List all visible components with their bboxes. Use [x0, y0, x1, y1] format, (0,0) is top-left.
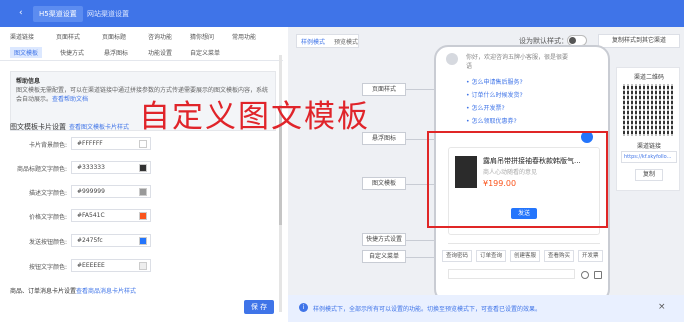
nav-shortcut[interactable]: 快捷方式	[60, 48, 84, 57]
tag-custom-menu[interactable]: 自定义菜单	[362, 250, 406, 263]
qr-code-overlay	[623, 84, 675, 136]
divider	[448, 243, 600, 244]
color-swatch[interactable]	[139, 140, 147, 148]
help-doc-link[interactable]: 查看帮助文档	[52, 96, 88, 103]
color-swatch[interactable]	[139, 262, 147, 270]
qr-title: 渠道二维码	[633, 74, 664, 81]
quick-item[interactable]: 创建客服	[510, 250, 541, 262]
connector	[406, 89, 436, 90]
faq-item[interactable]: • 怎么开发票?	[466, 103, 505, 112]
faq-item[interactable]: • 怎么申请售后服务?	[466, 77, 523, 86]
settings-nav-row1: 渠道链接 页面样式 页面标题 咨询功能 猜你想问 常用功能	[0, 29, 283, 45]
quick-item[interactable]: 查看购买	[544, 250, 575, 262]
field-label: 按钮文字颜色:	[28, 264, 67, 271]
field-row: 卡片背景颜色: #FFFFFF	[0, 137, 283, 151]
field-label: 描述文字颜色:	[28, 190, 67, 197]
quick-item[interactable]: 开发票	[578, 250, 603, 262]
field-label: 发送按钮颜色:	[28, 239, 67, 246]
qr-panel: 渠道二维码 渠道链接 https://kf.skyfollo... 复制	[616, 67, 680, 191]
nav-page-title[interactable]: 页面标题	[102, 32, 126, 41]
tag-graphic-template[interactable]: 图文模板	[362, 177, 406, 190]
image-icon[interactable]	[594, 271, 602, 279]
section-title: 图文模板卡片设置 查看图文模板卡片样式	[10, 123, 130, 131]
close-icon[interactable]: ×	[658, 302, 666, 312]
quick-item[interactable]: 订单查询	[476, 250, 507, 262]
field-row: 描述文字颜色: #999999	[0, 185, 283, 199]
color-swatch[interactable]	[139, 188, 147, 196]
connector	[406, 257, 436, 258]
faq-item[interactable]: • 怎么领取优惠券?	[466, 116, 517, 125]
toggle-knob	[569, 37, 576, 44]
nav-custom-menu[interactable]: 自定义菜单	[190, 48, 220, 57]
mode-switch: 样例模式 预览模式	[296, 34, 359, 48]
help-title: 帮助信息	[16, 78, 41, 85]
nav-consult[interactable]: 咨询功能	[148, 32, 172, 41]
field-label: 商品标题文字颜色:	[16, 166, 67, 173]
color-swatch[interactable]	[139, 212, 147, 220]
field-row: 价格文字颜色: #FA541C	[0, 209, 283, 223]
settings-nav-row2: 图文模板 快捷方式 悬浮图标 功能设置 自定义菜单	[0, 45, 283, 61]
faq-item[interactable]: • 订单什么时候发货?	[466, 90, 523, 99]
field-row: 发送按钮颜色: #2475fc	[0, 234, 283, 248]
tag-shortcut[interactable]: 快捷方式设置	[362, 233, 406, 246]
nav-float-icon[interactable]: 悬浮图标	[104, 48, 128, 57]
highlight-box	[427, 131, 608, 228]
color-swatch[interactable]	[139, 164, 147, 172]
field-row: 按钮文字颜色: #EEEEEE	[0, 259, 283, 273]
connector	[406, 240, 436, 241]
channel-link-label: 渠道链接	[636, 143, 661, 150]
color-swatch[interactable]	[139, 237, 147, 245]
emoji-icon[interactable]	[581, 271, 589, 279]
back-icon[interactable]: ‹	[19, 9, 23, 18]
nav-common[interactable]: 常用功能	[232, 32, 256, 41]
copy-link-button[interactable]: 复制	[635, 169, 663, 181]
nav-page-style[interactable]: 页面样式	[56, 32, 80, 41]
tab-sample-mode[interactable]: 样例模式	[301, 37, 325, 46]
nav-function[interactable]: 功能设置	[148, 48, 172, 57]
settings-panel: 渠道链接 页面样式 页面标题 咨询功能 猜你想问 常用功能 图文模板 快捷方式 …	[0, 27, 283, 322]
notice-bar: i 样例模式下，全部示所有可以设置的功能。切换至预览模式下，可查看已设置的效果。…	[288, 295, 684, 322]
info-icon: i	[299, 303, 308, 312]
nav-guess[interactable]: 猜你想问	[190, 32, 214, 41]
field-label: 卡片背景颜色:	[28, 142, 67, 149]
save-button[interactable]: 保 存	[244, 300, 274, 314]
top-bar: ‹ H5渠道设置 网站渠道设置	[0, 0, 684, 27]
quick-item[interactable]: 查询密码	[442, 250, 473, 262]
message-input[interactable]	[448, 269, 575, 279]
greeting-text: 你好，欢迎咨询五牌小客服，很是很要语	[466, 54, 569, 70]
notice-text: 样例模式下，全部示所有可以设置的功能。切换至预览模式下，可查看已设置的效果。	[313, 306, 542, 313]
tab-h5-channel[interactable]: H5渠道设置	[33, 6, 83, 22]
copy-style-button[interactable]: 复制样式到其它渠道	[598, 34, 680, 48]
field-row: 商品标题文字颜色: #333333	[0, 161, 283, 175]
card-settings-title: 商品、订单消息卡片设置查看商品消息卡片样式	[10, 288, 137, 295]
nav-graphic-template[interactable]: 图文模板	[10, 47, 43, 58]
field-label: 价格文字颜色:	[28, 214, 67, 221]
nav-channel-link[interactable]: 渠道链接	[10, 32, 34, 41]
avatar	[446, 53, 458, 65]
overlay-caption: 自定义图文模板	[139, 99, 370, 135]
card-style-link[interactable]: 查看商品消息卡片样式	[76, 288, 136, 295]
tab-web-channel[interactable]: 网站渠道设置	[81, 6, 135, 22]
channel-url[interactable]: https://kf.skyfollo...	[621, 151, 677, 163]
tab-preview-mode[interactable]: 预览模式	[334, 37, 358, 46]
section-style-link[interactable]: 查看图文模板卡片样式	[69, 124, 129, 131]
